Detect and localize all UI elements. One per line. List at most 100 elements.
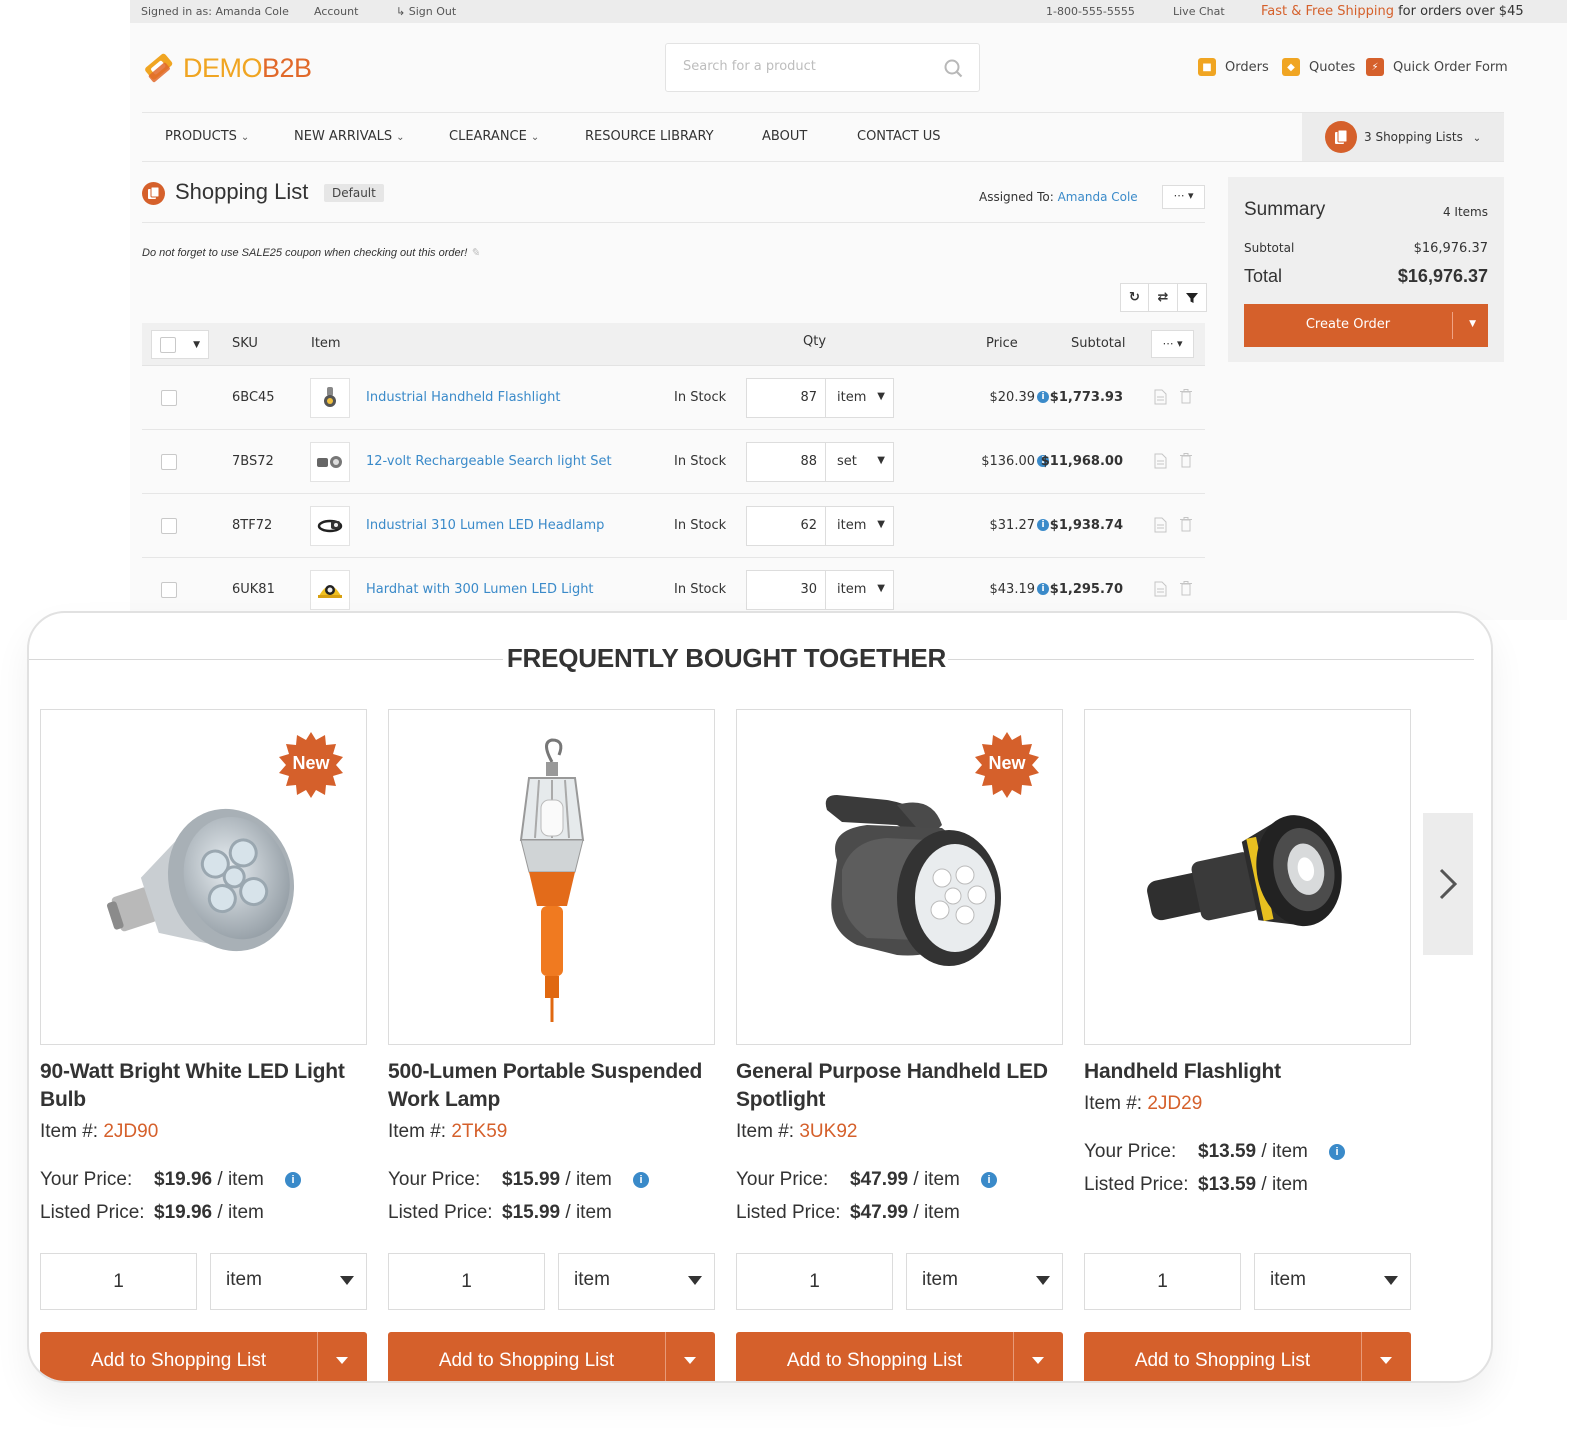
product-image[interactable] bbox=[388, 709, 715, 1045]
unit-select[interactable]: item bbox=[558, 1253, 715, 1310]
quick-order-form-link[interactable]: ⚡ Quick Order Form bbox=[1366, 58, 1508, 76]
search-icon[interactable] bbox=[944, 59, 963, 82]
quantity-input[interactable]: 1 bbox=[388, 1253, 545, 1310]
quantity-input[interactable]: 1 bbox=[1084, 1253, 1241, 1310]
account-link[interactable]: Account bbox=[314, 5, 358, 18]
product-link[interactable]: Hardhat with 300 Lumen LED Light bbox=[366, 582, 594, 597]
product-thumbnail[interactable] bbox=[310, 570, 350, 610]
filter-icon[interactable] bbox=[1178, 283, 1207, 312]
info-icon[interactable]: i bbox=[285, 1172, 301, 1188]
product-name[interactable]: 500-Lumen Portable Suspended Work Lamp bbox=[388, 1058, 708, 1114]
nav-about[interactable]: ABOUT bbox=[762, 129, 807, 144]
info-icon[interactable]: i bbox=[981, 1172, 997, 1188]
note-icon[interactable] bbox=[1154, 581, 1167, 601]
row-checkbox[interactable] bbox=[161, 582, 177, 598]
nav-clearance[interactable]: CLEARANCE ⌄ bbox=[449, 129, 539, 144]
caret-down-icon[interactable]: ▼ bbox=[1469, 319, 1476, 329]
orders-link[interactable]: ■ Orders bbox=[1198, 58, 1269, 76]
quantity-input[interactable]: 88 bbox=[747, 454, 817, 469]
live-chat-link[interactable]: Live Chat bbox=[1173, 5, 1225, 18]
add-to-shopping-list-button[interactable]: Add to Shopping List bbox=[736, 1332, 1063, 1381]
unit-select[interactable]: item bbox=[906, 1253, 1063, 1310]
add-to-shopping-list-button[interactable]: Add to Shopping List bbox=[388, 1332, 715, 1381]
row-checkbox[interactable] bbox=[161, 518, 177, 534]
nav-resource-library[interactable]: RESOURCE LIBRARY bbox=[585, 129, 714, 144]
shopping-lists-dropdown[interactable]: 3 Shopping Lists ⌄ bbox=[1302, 113, 1504, 161]
product-link[interactable]: 12-volt Rechargeable Search light Set bbox=[366, 454, 612, 469]
trash-icon[interactable] bbox=[1180, 517, 1192, 536]
info-icon[interactable]: i bbox=[1037, 519, 1049, 531]
quantity-input[interactable]: 1 bbox=[736, 1253, 893, 1310]
list-actions-menu-button[interactable]: ⋯ ▾ bbox=[1162, 185, 1205, 209]
logo-text: DEMOB2B bbox=[183, 53, 312, 84]
row-subtotal: $1,938.74 bbox=[1049, 518, 1123, 533]
product-link[interactable]: Industrial Handheld Flashlight bbox=[366, 390, 560, 405]
trash-icon[interactable] bbox=[1180, 389, 1192, 408]
info-icon[interactable]: i bbox=[1037, 583, 1049, 595]
unit-select[interactable]: item bbox=[837, 582, 866, 597]
column-subtotal[interactable]: Subtotal bbox=[1071, 336, 1125, 351]
refresh-icon[interactable]: ↻ bbox=[1120, 283, 1149, 312]
product-image[interactable]: New bbox=[736, 709, 1063, 1045]
logo[interactable]: DEMOB2B bbox=[142, 48, 312, 88]
unit-select[interactable]: item bbox=[837, 518, 866, 533]
unit-select[interactable]: item bbox=[837, 390, 866, 405]
quotes-link[interactable]: ◆ Quotes bbox=[1282, 58, 1355, 76]
product-image[interactable]: New bbox=[40, 709, 367, 1045]
search-input[interactable] bbox=[683, 59, 933, 74]
quantity-input[interactable]: 87 bbox=[747, 390, 817, 405]
product-thumbnail[interactable] bbox=[310, 506, 350, 546]
product-link[interactable]: Industrial 310 Lumen LED Headlamp bbox=[366, 518, 604, 533]
assigned-user-link[interactable]: Amanda Cole bbox=[1058, 190, 1138, 204]
note-icon[interactable] bbox=[1154, 389, 1167, 409]
unit-select[interactable]: set bbox=[837, 454, 857, 469]
nav-contact-us[interactable]: CONTACT US bbox=[857, 129, 941, 144]
item-number-label: Item #: bbox=[388, 1121, 447, 1142]
trash-icon[interactable] bbox=[1180, 581, 1192, 600]
note-icon[interactable] bbox=[1154, 453, 1167, 473]
caret-down-icon[interactable] bbox=[1380, 1357, 1392, 1364]
sign-out-link[interactable]: ↳ Sign Out bbox=[396, 5, 456, 18]
info-icon[interactable]: i bbox=[633, 1172, 649, 1188]
column-item[interactable]: Item bbox=[311, 336, 341, 351]
product-thumbnail[interactable] bbox=[310, 442, 350, 482]
column-actions-menu-button[interactable]: ⋯ ▾ bbox=[1151, 330, 1194, 358]
subtotal-value: $16,976.37 bbox=[1413, 241, 1488, 256]
list-note: Do not forget to use SALE25 coupon when … bbox=[142, 246, 480, 259]
nav-new-arrivals[interactable]: NEW ARRIVALS ⌄ bbox=[294, 129, 405, 144]
product-name[interactable]: General Purpose Handheld LED Spotlight bbox=[736, 1058, 1056, 1114]
quantity-input[interactable]: 30 bbox=[747, 582, 817, 597]
caret-down-icon[interactable] bbox=[684, 1357, 696, 1364]
product-name[interactable]: 90-Watt Bright White LED Light Bulb bbox=[40, 1058, 360, 1114]
note-icon[interactable] bbox=[1154, 517, 1167, 537]
product-image[interactable] bbox=[1084, 709, 1411, 1045]
product-thumbnail[interactable] bbox=[310, 378, 350, 418]
reset-icon[interactable]: ⇄ bbox=[1149, 283, 1178, 312]
quantity-input[interactable]: 1 bbox=[40, 1253, 197, 1310]
info-icon[interactable]: i bbox=[1329, 1144, 1345, 1160]
create-order-button[interactable]: Create Order ▼ bbox=[1244, 304, 1488, 347]
add-to-shopping-list-button[interactable]: Add to Shopping List bbox=[40, 1332, 367, 1381]
your-price: Your Price: $15.99 / item i bbox=[388, 1169, 649, 1191]
summary-item-count: 4 Items bbox=[1442, 205, 1488, 219]
column-price[interactable]: Price bbox=[986, 336, 1018, 351]
product-card: New General Purpose Handheld LED Spotlig… bbox=[736, 709, 1063, 1381]
mass-select-dropdown[interactable]: ▼ bbox=[151, 330, 209, 359]
carousel-next-button[interactable] bbox=[1423, 813, 1473, 955]
pencil-icon[interactable]: ✎ bbox=[470, 247, 479, 259]
add-to-shopping-list-button[interactable]: Add to Shopping List bbox=[1084, 1332, 1411, 1381]
column-qty[interactable]: Qty bbox=[803, 334, 826, 349]
unit-select[interactable]: item bbox=[210, 1253, 367, 1310]
info-icon[interactable]: i bbox=[1037, 391, 1049, 403]
column-sku[interactable]: SKU bbox=[232, 336, 258, 351]
nav-products[interactable]: PRODUCTS ⌄ bbox=[165, 129, 249, 144]
unit-select[interactable]: item bbox=[1254, 1253, 1411, 1310]
row-checkbox[interactable] bbox=[161, 390, 177, 406]
caret-down-icon[interactable] bbox=[1032, 1357, 1044, 1364]
product-name[interactable]: Handheld Flashlight bbox=[1084, 1058, 1404, 1086]
quantity-input[interactable]: 62 bbox=[747, 518, 817, 533]
caret-down-icon[interactable] bbox=[336, 1357, 348, 1364]
trash-icon[interactable] bbox=[1180, 453, 1192, 472]
select-all-checkbox[interactable] bbox=[160, 337, 176, 353]
row-checkbox[interactable] bbox=[161, 454, 177, 470]
